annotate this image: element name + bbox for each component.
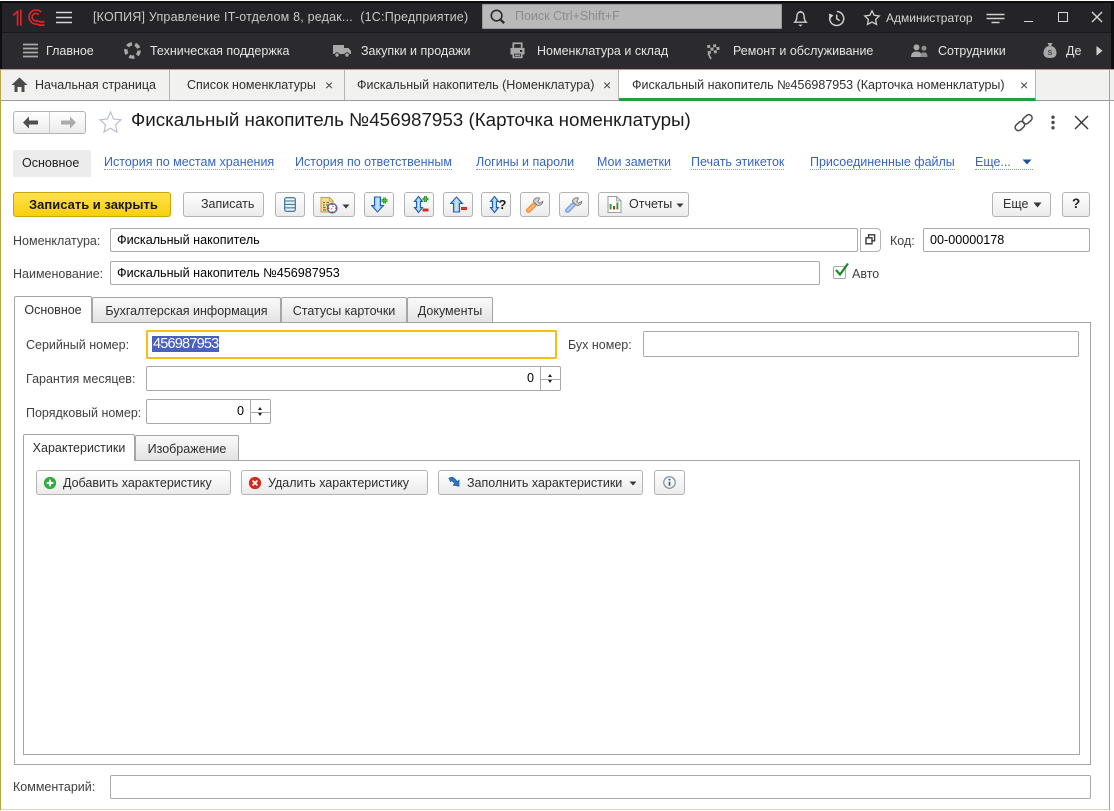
svg-text:?: ? (499, 197, 507, 212)
svg-text:s: s (1048, 47, 1053, 57)
